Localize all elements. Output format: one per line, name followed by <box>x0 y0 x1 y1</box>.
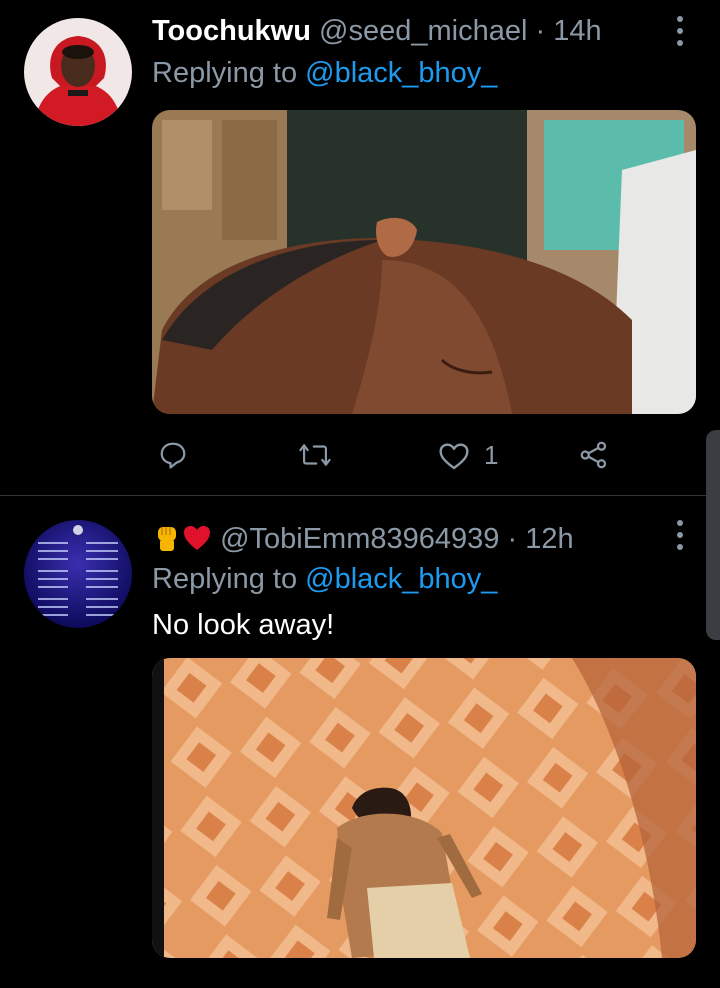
replying-label: Replying to <box>152 57 298 89</box>
replying-to: Replying to @black_bhoy_ <box>152 562 497 596</box>
tweet-header: @TobiEmm83964939 · 12h <box>152 522 574 556</box>
reply-icon <box>160 442 186 469</box>
reply-button[interactable] <box>158 440 188 470</box>
tweet-media[interactable] <box>152 110 696 414</box>
raised-fist-icon <box>158 527 176 551</box>
timestamp[interactable]: 12h <box>525 523 573 555</box>
media-photo <box>152 658 696 958</box>
tweet-2[interactable]: @TobiEmm83964939 · 12h Replying to @blac… <box>0 496 720 988</box>
display-name-emoji[interactable] <box>152 523 220 555</box>
tweet-media[interactable] <box>152 658 696 958</box>
more-options-icon[interactable] <box>670 14 690 48</box>
replying-label: Replying to <box>152 563 298 595</box>
display-name[interactable]: Toochukwu <box>152 15 311 47</box>
media-photo <box>152 110 696 414</box>
red-heart-icon <box>184 526 210 550</box>
heart-icon <box>439 442 469 469</box>
like-button[interactable]: 1 <box>438 440 498 471</box>
timestamp[interactable]: 14h <box>553 15 601 47</box>
avatar-image <box>24 520 132 628</box>
tweet-header: Toochukwu @seed_michael · 14h <box>152 14 602 48</box>
dot-separator: · <box>535 15 546 47</box>
share-icon <box>580 441 607 469</box>
replying-to: Replying to @black_bhoy_ <box>152 56 497 90</box>
avatar[interactable] <box>24 520 132 628</box>
replying-mention-link[interactable]: @black_bhoy_ <box>305 57 497 89</box>
retweet-button[interactable] <box>298 440 332 470</box>
retweet-icon <box>299 444 331 466</box>
scrollbar-thumb[interactable] <box>706 430 720 640</box>
more-options-icon[interactable] <box>670 518 690 552</box>
dot-separator: · <box>507 523 518 555</box>
handle[interactable]: @seed_michael <box>319 15 527 47</box>
like-count: 1 <box>484 440 499 470</box>
avatar-image <box>24 18 132 126</box>
avatar[interactable] <box>24 18 132 126</box>
replying-mention-link[interactable]: @black_bhoy_ <box>305 563 497 595</box>
tweet-text: No look away! <box>152 609 335 641</box>
share-button[interactable] <box>578 440 610 470</box>
handle[interactable]: @TobiEmm83964939 <box>220 523 499 555</box>
tweet-1[interactable]: Toochukwu @seed_michael · 14h Replying t… <box>0 0 720 496</box>
